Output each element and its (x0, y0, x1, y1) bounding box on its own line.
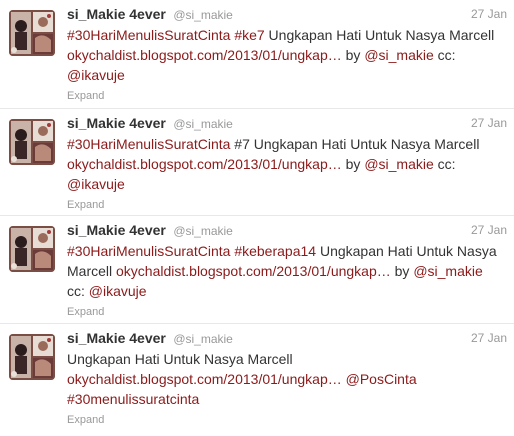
tweet-text-line: cc: @ikavuje (67, 281, 507, 301)
tweet-text: #30HariMenulisSuratCinta #ke7 Ungkapan H… (67, 25, 507, 85)
tweet-content: si_Makie 4ever @si_makie 27 Jan Ungkapan… (67, 330, 507, 426)
tweet-header: si_Makie 4ever @si_makie 27 Jan (67, 330, 507, 347)
hashtag-link[interactable]: #30HariMenulisSuratCinta (67, 136, 230, 152)
tweet-timeline: si_Makie 4ever @si_makie 27 Jan #30HariM… (0, 0, 514, 436)
user-fullname[interactable]: si_Makie 4ever (67, 115, 166, 131)
tweet-text-segment: cc: (433, 47, 456, 63)
expand-link[interactable]: Expand (67, 90, 507, 102)
tweet-content: si_Makie 4ever @si_makie 27 Jan #30HariM… (67, 115, 507, 211)
tweet-item[interactable]: si_Makie 4ever @si_makie 27 Jan #30HariM… (0, 216, 514, 324)
mention-link[interactable]: @ikavuje (89, 283, 147, 299)
tweet-timestamp[interactable]: 27 Jan (471, 116, 507, 130)
tweet-text-line: okychaldist.blogspot.com/2013/01/ungkap…… (67, 45, 507, 65)
url-link[interactable]: okychaldist.blogspot.com/2013/01/ungkap… (67, 47, 342, 63)
hashtag-link[interactable]: #30menulissuratcinta (67, 391, 199, 407)
hashtag-link[interactable]: #ke7 (234, 27, 264, 43)
tweet-header: si_Makie 4ever @si_makie 27 Jan (67, 115, 507, 132)
tweet-text-segment: cc: (67, 283, 89, 299)
tweet-header: si_Makie 4ever @si_makie 27 Jan (67, 6, 507, 23)
hashtag-link[interactable]: #30HariMenulisSuratCinta (67, 27, 230, 43)
user-handle[interactable]: @si_makie (173, 8, 233, 22)
avatar[interactable] (9, 226, 55, 272)
mention-link[interactable]: @si_makie (364, 156, 433, 172)
mention-link[interactable]: @ikavuje (67, 176, 125, 192)
mention-link[interactable]: @si_makie (364, 47, 433, 63)
tweet-content: si_Makie 4ever @si_makie 27 Jan #30HariM… (67, 222, 507, 318)
tweet-text-line: #30HariMenulisSuratCinta #ke7 Ungkapan H… (67, 25, 507, 45)
user-fullname[interactable]: si_Makie 4ever (67, 6, 166, 22)
hashtag-link[interactable]: #keberapa14 (234, 243, 316, 259)
avatar[interactable] (9, 10, 55, 56)
mention-link[interactable]: @si_makie (413, 263, 482, 279)
user-handle[interactable]: @si_makie (173, 117, 233, 131)
tweet-text-segment: #7 Ungkapan Hati Untuk Nasya Marcell (230, 136, 480, 152)
tweet-text-line: @ikavuje (67, 65, 507, 85)
tweet-text-segment: by (341, 47, 365, 63)
tweet-timestamp[interactable]: 27 Jan (471, 331, 507, 345)
profile-photo-icon (9, 119, 55, 165)
avatar[interactable] (9, 119, 55, 165)
mention-link[interactable]: @PosCinta (346, 371, 417, 387)
tweet-text-line: #30HariMenulisSuratCinta #keberapa14 Ung… (67, 241, 507, 261)
tweet-text: Ungkapan Hati Untuk Nasya Marcell okychal… (67, 349, 507, 409)
tweet-text-segment: by (341, 156, 365, 172)
url-link[interactable]: okychaldist.blogspot.com/2013/01/ungkap… (67, 156, 342, 172)
tweet-header: si_Makie 4ever @si_makie 27 Jan (67, 222, 507, 239)
tweet-text-segment: by (390, 263, 414, 279)
user-fullname[interactable]: si_Makie 4ever (67, 330, 166, 346)
url-link[interactable]: okychaldist.blogspot.com/2013/01/ungkap… (116, 263, 391, 279)
user-handle[interactable]: @si_makie (173, 332, 233, 346)
tweet-text-line: @ikavuje (67, 174, 507, 194)
tweet-text-line: Marcell okychaldist.blogspot.com/2013/01… (67, 261, 507, 281)
tweet-content: si_Makie 4ever @si_makie 27 Jan #30HariM… (67, 6, 507, 102)
tweet-text-segment: Ungkapan Hati Untuk Nasya Marcell (67, 351, 293, 367)
user-handle[interactable]: @si_makie (173, 224, 233, 238)
mention-link[interactable]: @ikavuje (67, 67, 125, 83)
tweet-timestamp[interactable]: 27 Jan (471, 7, 507, 21)
tweet-text-segment: Ungkapan Hati Untuk Nasya (316, 243, 497, 259)
tweet-text-line: #30menulissuratcinta (67, 389, 507, 409)
tweet-text-segment: cc: (433, 156, 456, 172)
expand-link[interactable]: Expand (67, 306, 507, 318)
tweet-text: #30HariMenulisSuratCinta #7 Ungkapan Hat… (67, 134, 507, 194)
tweet-timestamp[interactable]: 27 Jan (471, 223, 507, 237)
tweet-text-segment: Marcell (67, 263, 117, 279)
tweet-text-line: okychaldist.blogspot.com/2013/01/ungkap…… (67, 369, 507, 389)
profile-photo-icon (9, 334, 55, 380)
expand-link[interactable]: Expand (67, 199, 507, 211)
tweet-item[interactable]: si_Makie 4ever @si_makie 27 Jan Ungkapan… (0, 324, 514, 436)
user-fullname[interactable]: si_Makie 4ever (67, 222, 166, 238)
tweet-text-segment: Ungkapan Hati Untuk Nasya Marcell (264, 27, 495, 43)
hashtag-link[interactable]: #30HariMenulisSuratCinta (67, 243, 230, 259)
profile-photo-icon (9, 10, 55, 56)
tweet-text: #30HariMenulisSuratCinta #keberapa14 Ung… (67, 241, 507, 301)
tweet-item[interactable]: si_Makie 4ever @si_makie 27 Jan #30HariM… (0, 109, 514, 216)
tweet-text-line: okychaldist.blogspot.com/2013/01/ungkap…… (67, 154, 507, 174)
url-link[interactable]: okychaldist.blogspot.com/2013/01/ungkap… (67, 371, 342, 387)
tweet-text-line: #30HariMenulisSuratCinta #7 Ungkapan Hat… (67, 134, 507, 154)
profile-photo-icon (9, 226, 55, 272)
avatar[interactable] (9, 334, 55, 380)
expand-link[interactable]: Expand (67, 414, 507, 426)
tweet-text-line: Ungkapan Hati Untuk Nasya Marcell (67, 349, 507, 369)
tweet-item[interactable]: si_Makie 4ever @si_makie 27 Jan #30HariM… (0, 0, 514, 109)
